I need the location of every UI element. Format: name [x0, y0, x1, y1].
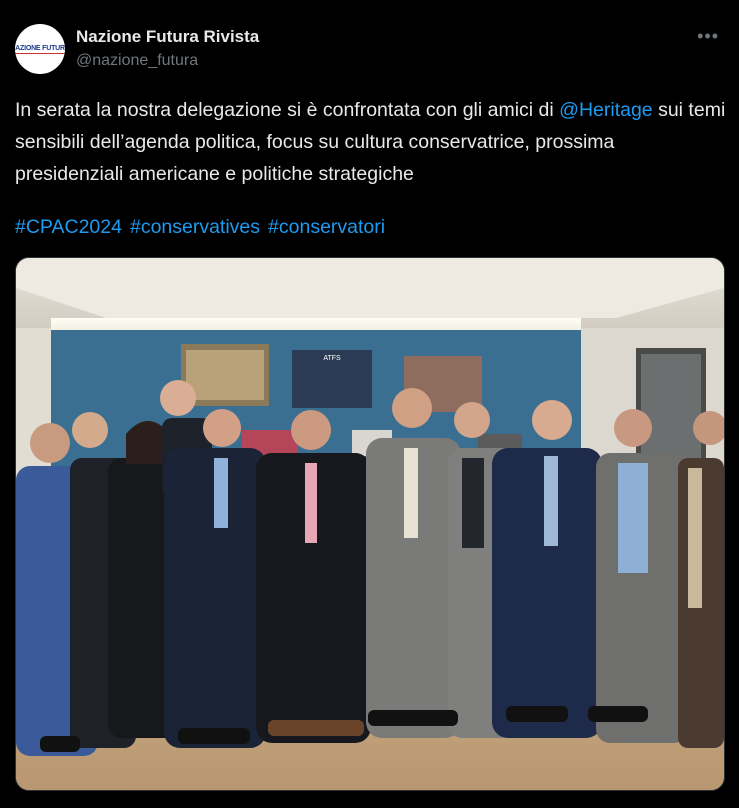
- avatar[interactable]: NAZIONE FUTURA: [15, 24, 65, 74]
- tweet-photo[interactable]: ATFS: [15, 257, 725, 791]
- tweet-text-part: In serata la nostra delegazione si è con…: [15, 99, 560, 121]
- poster-sign: ATFS: [323, 355, 341, 362]
- avatar-logo-text: NAZIONE FUTURA: [15, 45, 65, 54]
- hashtag-link[interactable]: #conservatives: [130, 216, 260, 238]
- hashtag-row: #CPAC2024 #conservatives #conservatori: [15, 211, 393, 243]
- display-name[interactable]: Nazione Futura Rivista: [76, 27, 259, 47]
- handle[interactable]: @nazione_futura: [76, 52, 198, 70]
- group-photo: ATFS: [16, 258, 724, 790]
- hashtag-link[interactable]: #CPAC2024: [15, 216, 122, 238]
- mention-link[interactable]: @Heritage: [559, 99, 653, 121]
- hashtag-link[interactable]: #conservatori: [268, 216, 385, 238]
- tweet-text: In serata la nostra delegazione si è con…: [15, 94, 727, 190]
- more-options-icon[interactable]: •••: [697, 26, 719, 47]
